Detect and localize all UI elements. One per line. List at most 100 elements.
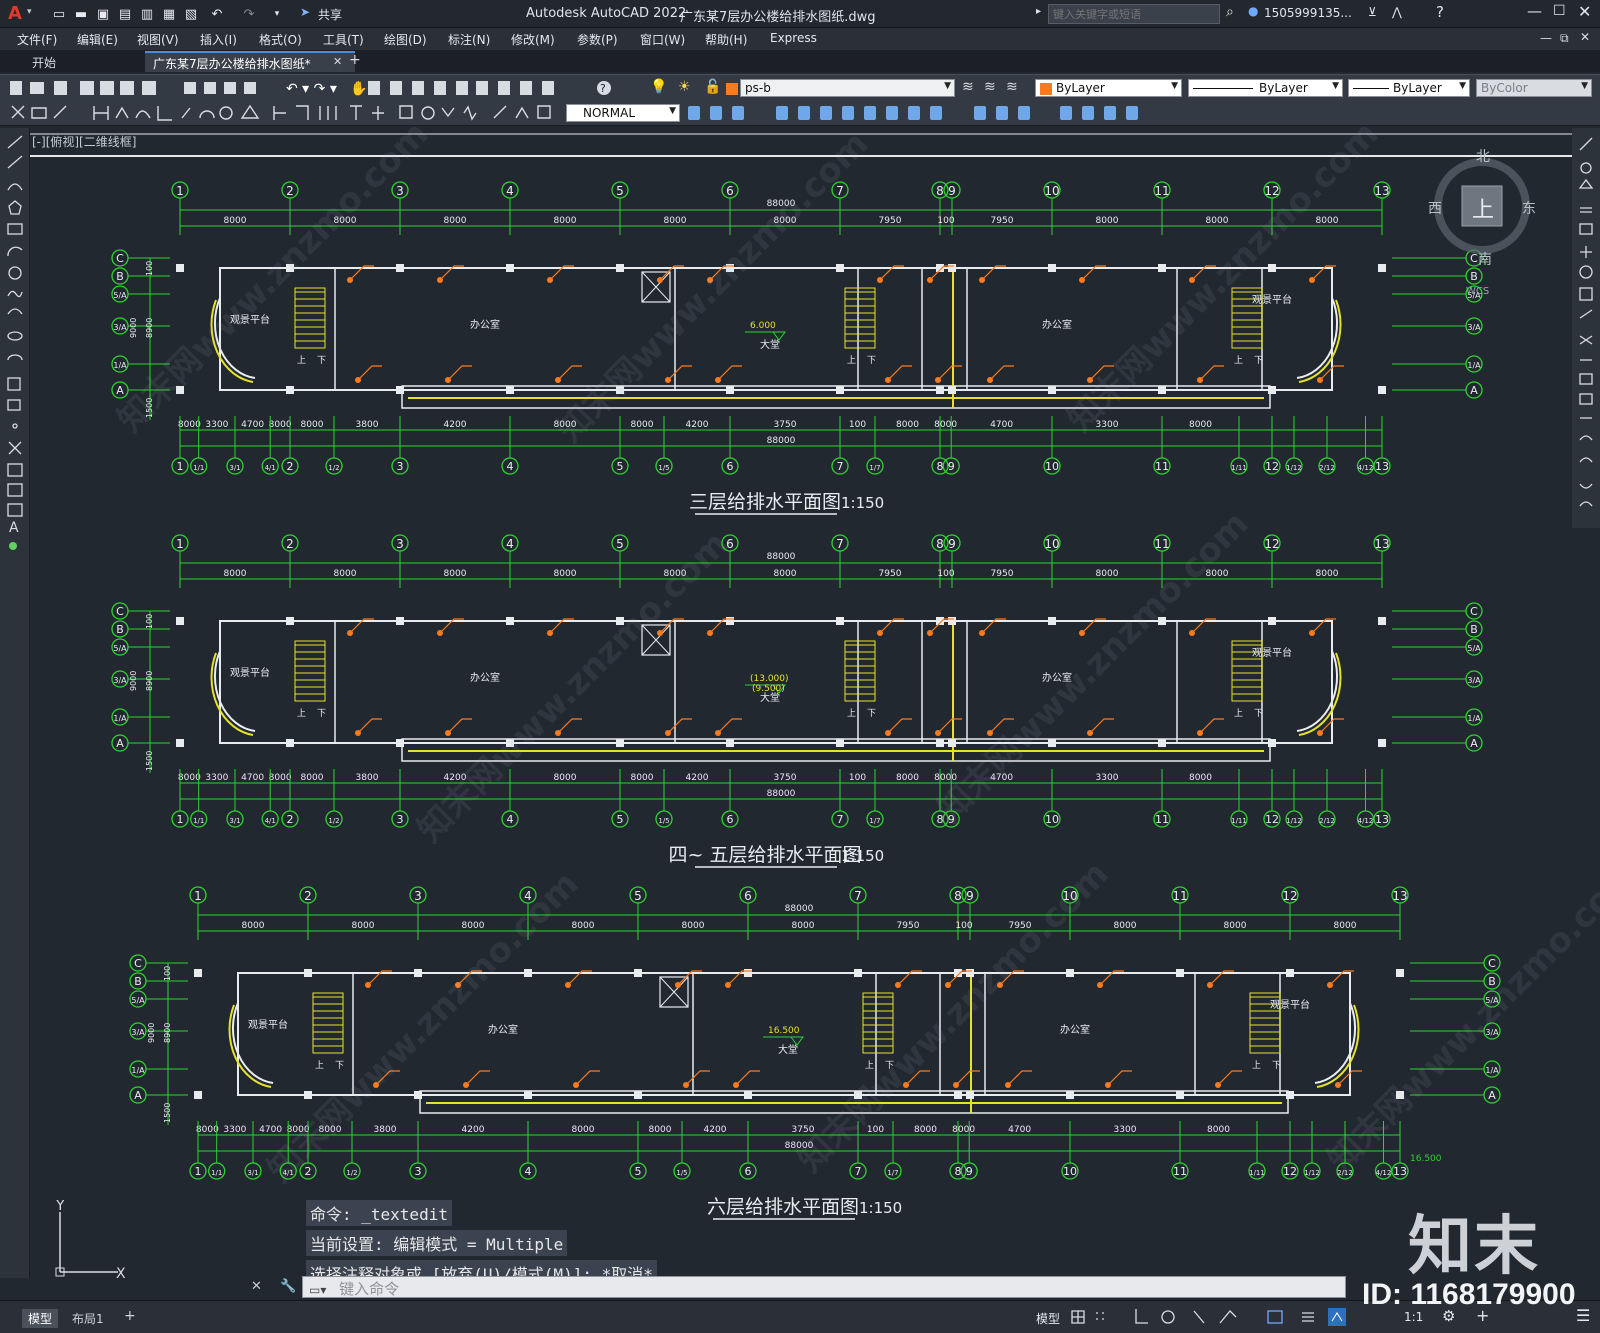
cart-icon[interactable]: ⊻ — [1368, 5, 1377, 19]
tab-start[interactable]: 开始 — [22, 52, 142, 70]
layer-bulb-icon[interactable]: 💡 — [650, 79, 667, 95]
linetype-dropdown[interactable]: ByLayer ▼ — [1188, 79, 1343, 97]
axis-label: 1/1 — [211, 1169, 222, 1177]
tab-layout1[interactable]: 布局1 — [72, 1310, 104, 1327]
viewcube-east[interactable]: 东 — [1522, 198, 1536, 218]
layer-sun-icon[interactable]: ☀ — [678, 79, 691, 95]
dimension-value: 8000 — [572, 921, 595, 931]
pipe-riser — [657, 630, 663, 636]
minimize-icon[interactable]: — — [1527, 2, 1542, 20]
dimension-value: 8000 — [914, 1125, 937, 1135]
pipe-riser — [725, 982, 731, 988]
tab-close-icon[interactable]: ✕ — [333, 55, 342, 68]
customize-chevron-icon[interactable]: ▾ — [270, 5, 284, 23]
save-icon[interactable]: ▣ — [94, 5, 112, 23]
add-layout-icon[interactable]: + — [124, 1308, 136, 1324]
dimstyle-dropdown[interactable]: NORMAL ▼ — [566, 104, 680, 122]
user-name[interactable]: 1505999135... — [1264, 6, 1352, 20]
maximize-icon[interactable]: ☐ — [1553, 3, 1566, 19]
share-label[interactable]: 共享 — [318, 6, 342, 23]
axis-label: 8 — [936, 537, 944, 551]
new-file-icon[interactable]: ▭ — [50, 5, 68, 23]
structural-column — [286, 386, 294, 394]
drawing-svg[interactable]: 1 2 3 4 5 6 7 8 9 10 11 12 13880008000 8000 8000 8000 80… — [30, 127, 1572, 1275]
doc-minimize-icon[interactable]: — — [1540, 31, 1552, 45]
close-icon[interactable]: ✕ — [1578, 2, 1591, 21]
app-menu-chevron-icon[interactable]: ▾ — [27, 7, 32, 17]
axis-label: 13 — [1374, 184, 1389, 198]
expand-arrow-icon[interactable]: ▸ — [1036, 6, 1041, 17]
layer-lock-icon[interactable]: 🔓 — [704, 79, 721, 95]
menu-help[interactable]: 帮助(H) — [705, 31, 747, 48]
standard-toolbar-icons[interactable]: ↶ ▾ ↷ ▾ ✋ ? — [10, 79, 660, 97]
command-prompt-icon[interactable]: ▭▾ — [309, 1283, 326, 1297]
viewcube-north[interactable]: 北 — [1476, 146, 1490, 166]
plotstyle-dropdown[interactable]: ByColor ▼ — [1476, 79, 1592, 97]
wcs-label[interactable]: WCS — [1466, 286, 1489, 297]
menu-parametric[interactable]: 参数(P) — [577, 31, 618, 48]
annotation-scale[interactable]: 1:1 — [1404, 1310, 1423, 1324]
doc-close-icon[interactable]: ✕ — [1580, 30, 1590, 44]
lineweight-value: ByLayer — [1393, 81, 1442, 95]
modify-side-icons[interactable] — [1572, 128, 1600, 528]
structural-column — [744, 1091, 752, 1099]
viewcube-west[interactable]: 西 — [1428, 198, 1442, 218]
menu-view[interactable]: 视图(V) — [137, 31, 179, 48]
structural-column — [1396, 1091, 1404, 1099]
pipe-riser — [1005, 1082, 1011, 1088]
viewcube-south[interactable]: 南 — [1478, 249, 1492, 269]
viewcube-top-face[interactable]: 上 — [1472, 192, 1494, 224]
layer-dropdown[interactable]: ps-b ▼ — [740, 79, 955, 97]
search-input[interactable] — [1048, 4, 1220, 24]
user-icon[interactable]: ● — [1248, 4, 1258, 18]
command-input[interactable]: ▭▾ 键入命令 — [302, 1276, 1346, 1298]
customize-menu-icon[interactable]: ☰ — [1576, 1306, 1590, 1325]
status-toggle-icons[interactable] — [1070, 1307, 1390, 1329]
undo-icon[interactable]: ↶ — [206, 5, 228, 23]
menu-window[interactable]: 窗口(W) — [640, 31, 685, 48]
viewcube[interactable]: 北 南 西 东 上 WCS — [1426, 146, 1536, 297]
help-icon[interactable]: ? — [1436, 3, 1444, 21]
print-icon[interactable]: ▧ — [182, 5, 200, 23]
menu-file[interactable]: 文件(F) — [17, 31, 57, 48]
share-icon[interactable]: ➤ — [300, 5, 310, 19]
command-customize-icon[interactable]: 🔧 — [280, 1279, 296, 1294]
redo-icon[interactable]: ↷ — [238, 5, 260, 23]
menu-dimension[interactable]: 标注(N) — [448, 31, 490, 48]
layer-previous-icon[interactable]: ≋ — [1006, 79, 1018, 95]
row-axis-label: 1/A — [113, 714, 127, 723]
draw-toolbar-icons[interactable]: A — [0, 128, 30, 568]
menu-insert[interactable]: 插入(I) — [200, 31, 237, 48]
color-dropdown[interactable]: ByLayer ▼ — [1035, 79, 1182, 97]
structural-column — [1268, 739, 1276, 747]
menu-modify[interactable]: 修改(M) — [511, 31, 555, 48]
publish-icon[interactable]: ▥ — [138, 5, 156, 23]
menu-express[interactable]: Express — [770, 31, 817, 45]
tab-active-file[interactable]: 广东某7层办公楼给排水图纸* ✕ — [145, 51, 355, 72]
dimstyle-value: NORMAL — [583, 106, 636, 120]
make-current-icon[interactable]: ≋ — [984, 79, 996, 95]
tab-model[interactable]: 模型 — [22, 1309, 59, 1328]
axis-label: 1/12 — [1286, 817, 1302, 825]
viewport-controls-label[interactable]: [-][俯视][二维线框] — [32, 133, 136, 150]
axis-label: 5 — [634, 889, 642, 903]
save-as-icon[interactable]: ▤ — [116, 5, 134, 23]
menu-draw[interactable]: 绘图(D) — [384, 31, 427, 48]
plot-icon[interactable]: ▦ — [160, 5, 178, 23]
modify-toolbar-icons[interactable] — [684, 104, 1164, 122]
model-space-button[interactable]: 模型 — [1036, 1310, 1060, 1327]
dimension-toolbar-icons[interactable] — [10, 104, 570, 122]
a360-icon[interactable]: ⋀ — [1392, 5, 1402, 19]
drawing-canvas[interactable]: 1 2 3 4 5 6 7 8 9 10 11 12 13 88000 8000 8000 8000 8000 80… — [30, 127, 1572, 1275]
menu-format[interactable]: 格式(O) — [259, 31, 302, 48]
menu-tools[interactable]: 工具(T) — [323, 31, 364, 48]
autocad-logo-icon[interactable]: A — [8, 3, 22, 24]
command-close-icon[interactable]: ✕ — [251, 1279, 262, 1294]
new-tab-icon[interactable]: + — [349, 52, 361, 68]
layer-states-icon[interactable]: ≋ — [962, 79, 974, 95]
menu-edit[interactable]: 编辑(E) — [77, 31, 118, 48]
open-file-icon[interactable]: ▬ — [72, 5, 90, 23]
doc-restore-icon[interactable]: ⧉ — [1560, 31, 1569, 46]
search-icon[interactable]: ⌕ — [1226, 4, 1234, 20]
lineweight-dropdown[interactable]: ByLayer ▼ — [1348, 79, 1470, 97]
